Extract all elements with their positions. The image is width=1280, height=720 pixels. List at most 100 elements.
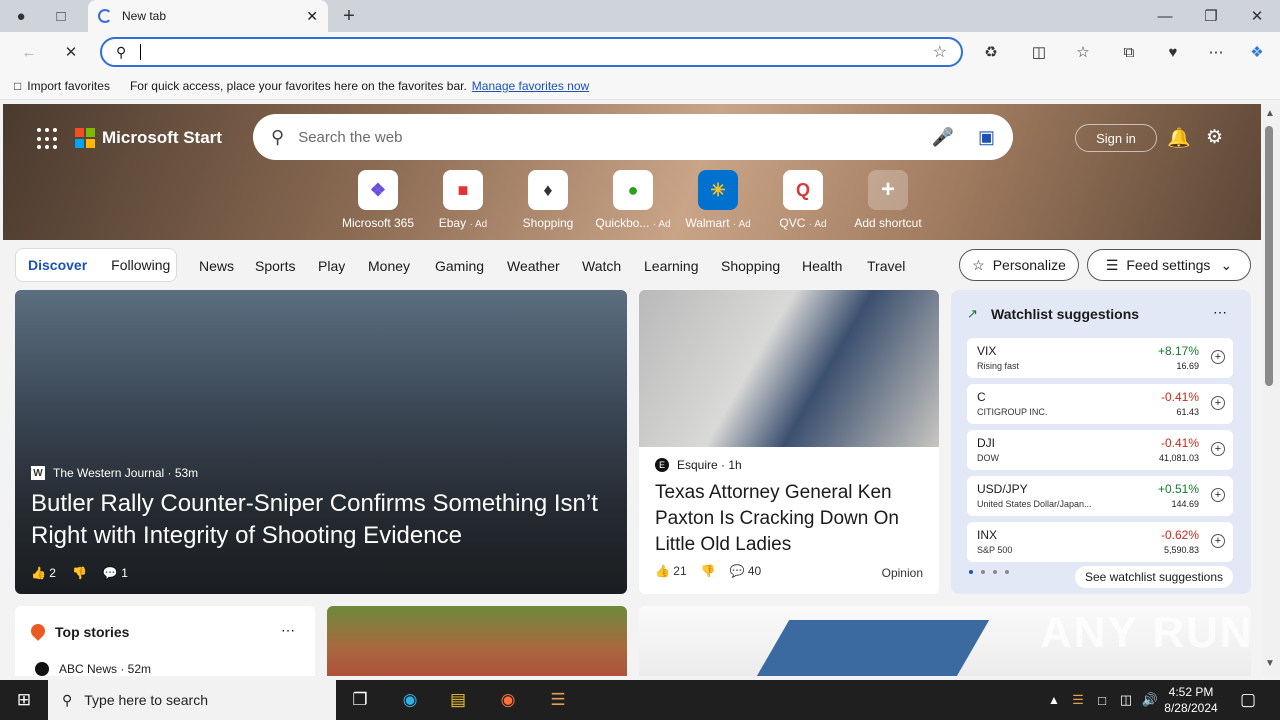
source-label: The Western Journal · 53m — [53, 466, 199, 480]
shortcut-microsoft-365[interactable]: ❖ Microsoft 365 — [333, 170, 423, 230]
story-source[interactable]: ABC News · 52m — [35, 662, 151, 676]
copilot-icon[interactable]: ❖ — [1244, 40, 1270, 64]
nav-weather[interactable]: Weather — [507, 258, 560, 274]
nav-news[interactable]: News — [199, 258, 234, 274]
file-explorer-icon[interactable]: ▤ — [446, 688, 470, 712]
notifications-icon[interactable]: 🔔 — [1167, 126, 1191, 150]
comment-button[interactable]: 💬 40 — [730, 564, 762, 578]
comment-button[interactable]: 💬 1 — [103, 566, 128, 580]
windows-start-icon[interactable]: ⊞ — [12, 688, 36, 712]
nav-watch[interactable]: Watch — [582, 258, 621, 274]
add-to-watchlist-icon[interactable]: + — [1211, 534, 1225, 548]
watchlist-row[interactable]: VIX Rising fast +8.17% 16.69 + — [967, 338, 1233, 378]
shortcut-shopping[interactable]: ♦ Shopping — [503, 170, 593, 230]
profile-icon[interactable]: ● — [10, 5, 32, 27]
more-options-icon[interactable]: ⋯ — [281, 622, 295, 639]
tab-new-tab[interactable]: New tab ✕ — [88, 0, 328, 32]
tab-discover[interactable]: Discover — [16, 257, 99, 273]
close-tab-icon[interactable]: ✕ — [306, 8, 318, 25]
address-bar[interactable]: ⚲ ☆ — [100, 37, 963, 67]
story-headline[interactable]: Texas Attorney General Ken Paxton Is Cra… — [655, 480, 925, 558]
see-watchlist-button[interactable]: See watchlist suggestions — [1075, 566, 1233, 588]
browser-essentials-icon[interactable]: ♥ — [1160, 40, 1186, 64]
favorite-star-icon[interactable]: ☆ — [933, 42, 947, 62]
import-favorites-icon[interactable]: □ — [14, 79, 21, 93]
task-view-icon[interactable]: ❐ — [348, 688, 372, 712]
story-headline[interactable]: Butler Rally Counter-Sniper Confirms Som… — [31, 488, 621, 552]
nav-money[interactable]: Money — [368, 258, 410, 274]
stock-symbol: INX — [977, 528, 998, 542]
system-clock[interactable]: 4:52 PM 8/28/2024 — [1160, 684, 1222, 716]
nav-shopping[interactable]: Shopping — [721, 258, 780, 274]
show-hidden-icons-icon[interactable]: ▲ — [1042, 688, 1066, 712]
add-to-watchlist-icon[interactable]: + — [1211, 350, 1225, 364]
tab-following[interactable]: Following — [99, 257, 182, 273]
watchlist-row[interactable]: INX S&P 500 -0.62% 5,590.83 + — [967, 522, 1233, 562]
add-to-watchlist-icon[interactable]: + — [1211, 488, 1225, 502]
visual-search-icon[interactable]: ▣ — [978, 127, 995, 148]
story-image-card[interactable] — [327, 606, 627, 676]
shortcut-ebay[interactable]: ■ Ebay · Ad — [418, 170, 508, 230]
dislike-icon[interactable]: 👎 — [701, 564, 716, 578]
firefox-icon[interactable]: ◉ — [496, 688, 520, 712]
dislike-icon[interactable]: 👎 — [72, 566, 87, 580]
like-button[interactable]: 👍 21 — [655, 564, 687, 578]
stock-name: DOW — [977, 453, 999, 463]
shortcut-walmart[interactable]: ✳ Walmart · Ad — [673, 170, 763, 230]
collections-icon[interactable]: ⧉ — [1116, 40, 1142, 64]
shortcut-qvc[interactable]: Q QVC · Ad — [758, 170, 848, 230]
notification-center-icon[interactable]: ▢ — [1236, 688, 1260, 712]
nav-gaming[interactable]: Gaming — [435, 258, 484, 274]
story-card[interactable]: E Esquire · 1h Texas Attorney General Ke… — [639, 290, 939, 594]
shortcut-quickbooks[interactable]: ● Quickbo... · Ad — [588, 170, 678, 230]
nav-health[interactable]: Health — [802, 258, 842, 274]
restore-icon[interactable]: ❐ — [1200, 5, 1222, 27]
edge-icon[interactable]: ◉ — [398, 688, 422, 712]
nav-play[interactable]: Play — [318, 258, 345, 274]
personalize-button[interactable]: ☆ Personalize — [959, 249, 1079, 281]
brand-title[interactable]: Microsoft Start — [102, 128, 222, 148]
tray-app-icon[interactable]: ☰ — [1066, 688, 1090, 712]
close-window-icon[interactable]: ✕ — [1246, 5, 1268, 27]
main-story-card[interactable]: W The Western Journal · 53m Butler Rally… — [15, 290, 627, 594]
favorites-icon[interactable]: ☆ — [1070, 40, 1096, 64]
nav-learning[interactable]: Learning — [644, 258, 699, 274]
app-launcher-icon[interactable] — [37, 128, 59, 150]
scrollbar-thumb[interactable] — [1265, 126, 1273, 386]
more-options-icon[interactable]: ⋯ — [1213, 304, 1227, 321]
scroll-up-icon[interactable]: ▲ — [1265, 108, 1275, 119]
add-to-watchlist-icon[interactable]: + — [1211, 442, 1225, 456]
ad-label: · Ad — [652, 219, 671, 230]
nav-sports[interactable]: Sports — [255, 258, 295, 274]
stop-loading-icon[interactable]: ✕ — [58, 40, 84, 64]
sign-in-button[interactable]: Sign in — [1075, 124, 1157, 152]
volume-icon[interactable]: 🔊 — [1138, 688, 1162, 712]
scroll-down-icon[interactable]: ▼ — [1265, 658, 1275, 669]
feed-settings-button[interactable]: ☰ Feed settings ⌄ — [1087, 249, 1251, 281]
carousel-pager[interactable] — [969, 570, 1009, 574]
like-button[interactable]: 👍 2 — [31, 566, 56, 580]
nav-travel[interactable]: Travel — [867, 258, 905, 274]
network-icon[interactable]: ◫ — [1114, 688, 1138, 712]
add-to-watchlist-icon[interactable]: + — [1211, 396, 1225, 410]
tab-actions-icon[interactable]: □ — [50, 5, 72, 27]
split-screen-icon[interactable]: ◫ — [1026, 40, 1052, 64]
watchlist-row[interactable]: C CITIGROUP INC. -0.41% 61.43 + — [967, 384, 1233, 424]
back-icon[interactable]: ← — [16, 40, 42, 64]
extensions-icon[interactable]: ♻ — [978, 40, 1004, 64]
tray-device-icon[interactable]: □ — [1090, 688, 1114, 712]
manage-favorites-link[interactable]: Manage favorites now — [472, 79, 589, 93]
watchlist-row[interactable]: DJI DOW -0.41% 41,081.03 + — [967, 430, 1233, 470]
taskbar-search[interactable]: ⚲ Type here to search — [48, 680, 336, 720]
more-menu-icon[interactable]: ⋯ — [1203, 40, 1229, 64]
settings-gear-icon[interactable]: ⚙ — [1206, 126, 1223, 149]
import-favorites-button[interactable]: Import favorites — [27, 79, 110, 93]
minimize-icon[interactable]: — — [1154, 5, 1176, 27]
microphone-icon[interactable]: 🎤 — [932, 127, 954, 148]
anyrun-app-icon[interactable]: ☰ — [546, 688, 570, 712]
shortcut-add[interactable]: + Add shortcut — [843, 170, 933, 230]
page-scrollbar[interactable]: ▲ ▼ — [1262, 104, 1280, 676]
new-tab-icon[interactable]: + — [338, 5, 360, 27]
watchlist-row[interactable]: USD/JPY United States Dollar/Japan... +0… — [967, 476, 1233, 516]
web-search-box[interactable]: ⚲ Search the web 🎤 ▣ — [253, 114, 1013, 160]
